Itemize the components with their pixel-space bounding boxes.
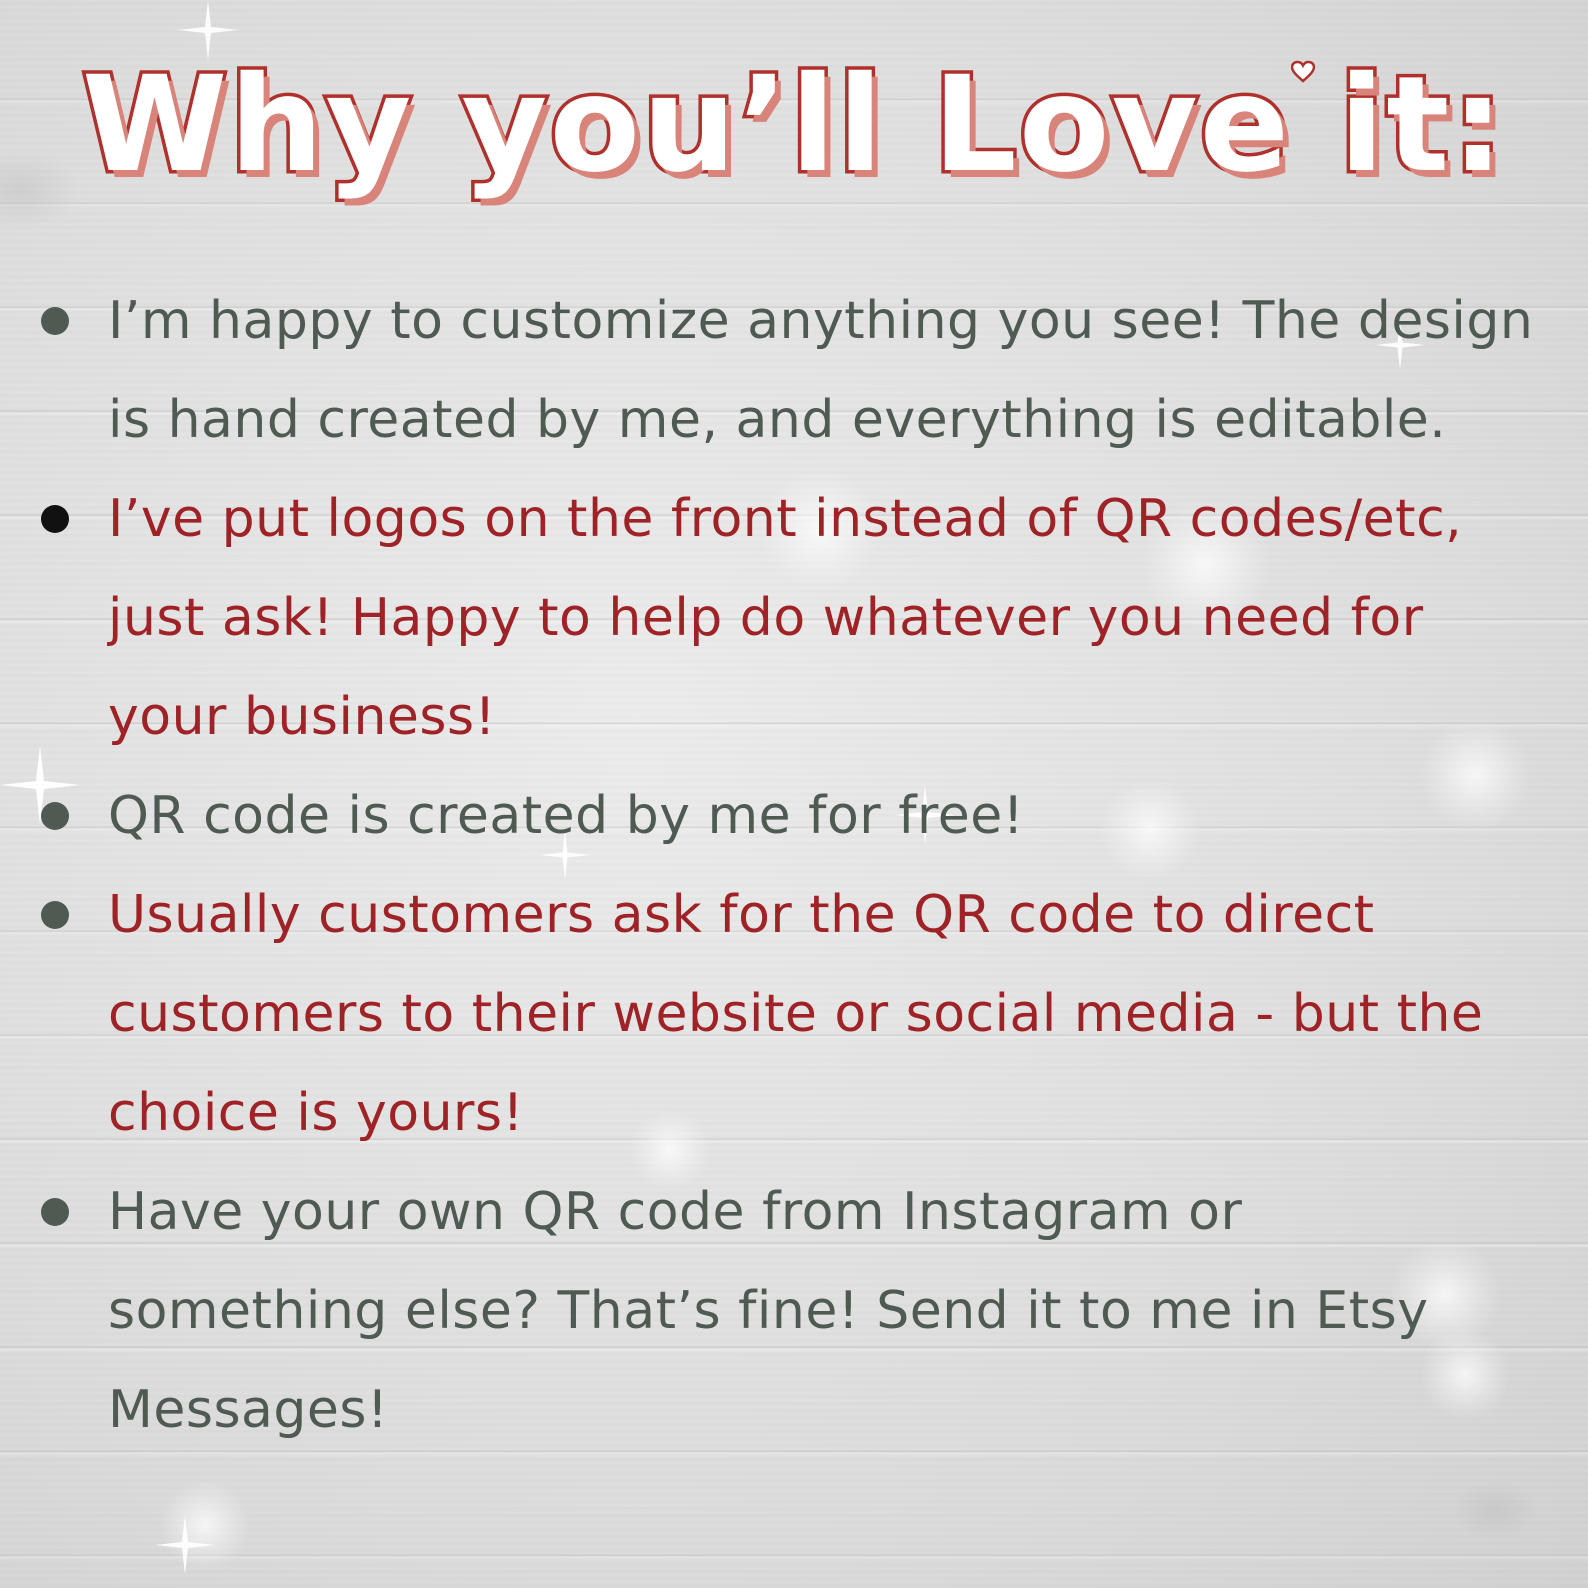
list-item-text: I’ve put logos on the front instead of Q… [108,489,1463,747]
heart-icon [1291,60,1315,83]
feature-list: I’m happy to customize anything you see!… [0,272,1588,1460]
wood-knot [1450,1480,1540,1540]
list-item-text: I’m happy to customize anything you see!… [108,291,1534,450]
list-item: Have your own QR code from Instagram or … [0,1163,1588,1460]
bullet-icon [41,505,69,533]
list-item-text: Have your own QR code from Instagram or … [108,1182,1429,1440]
bullet-icon [41,802,69,830]
list-item: Usually customers ask for the QR code to… [0,866,1588,1163]
list-item: I’ve put logos on the front instead of Q… [0,470,1588,767]
list-item-text: Usually customers ask for the QR code to… [108,885,1484,1143]
list-item-text: QR code is created by me for free! [108,786,1025,846]
bullet-icon [41,307,69,335]
list-item: I’m happy to customize anything you see!… [0,272,1588,470]
list-item: QR code is created by me for free! [0,767,1588,866]
page-title: Why you’ll Love it: [78,45,1507,206]
bullet-icon [41,901,69,929]
sparkle-icon [155,1515,215,1575]
bullet-icon [41,1198,69,1226]
